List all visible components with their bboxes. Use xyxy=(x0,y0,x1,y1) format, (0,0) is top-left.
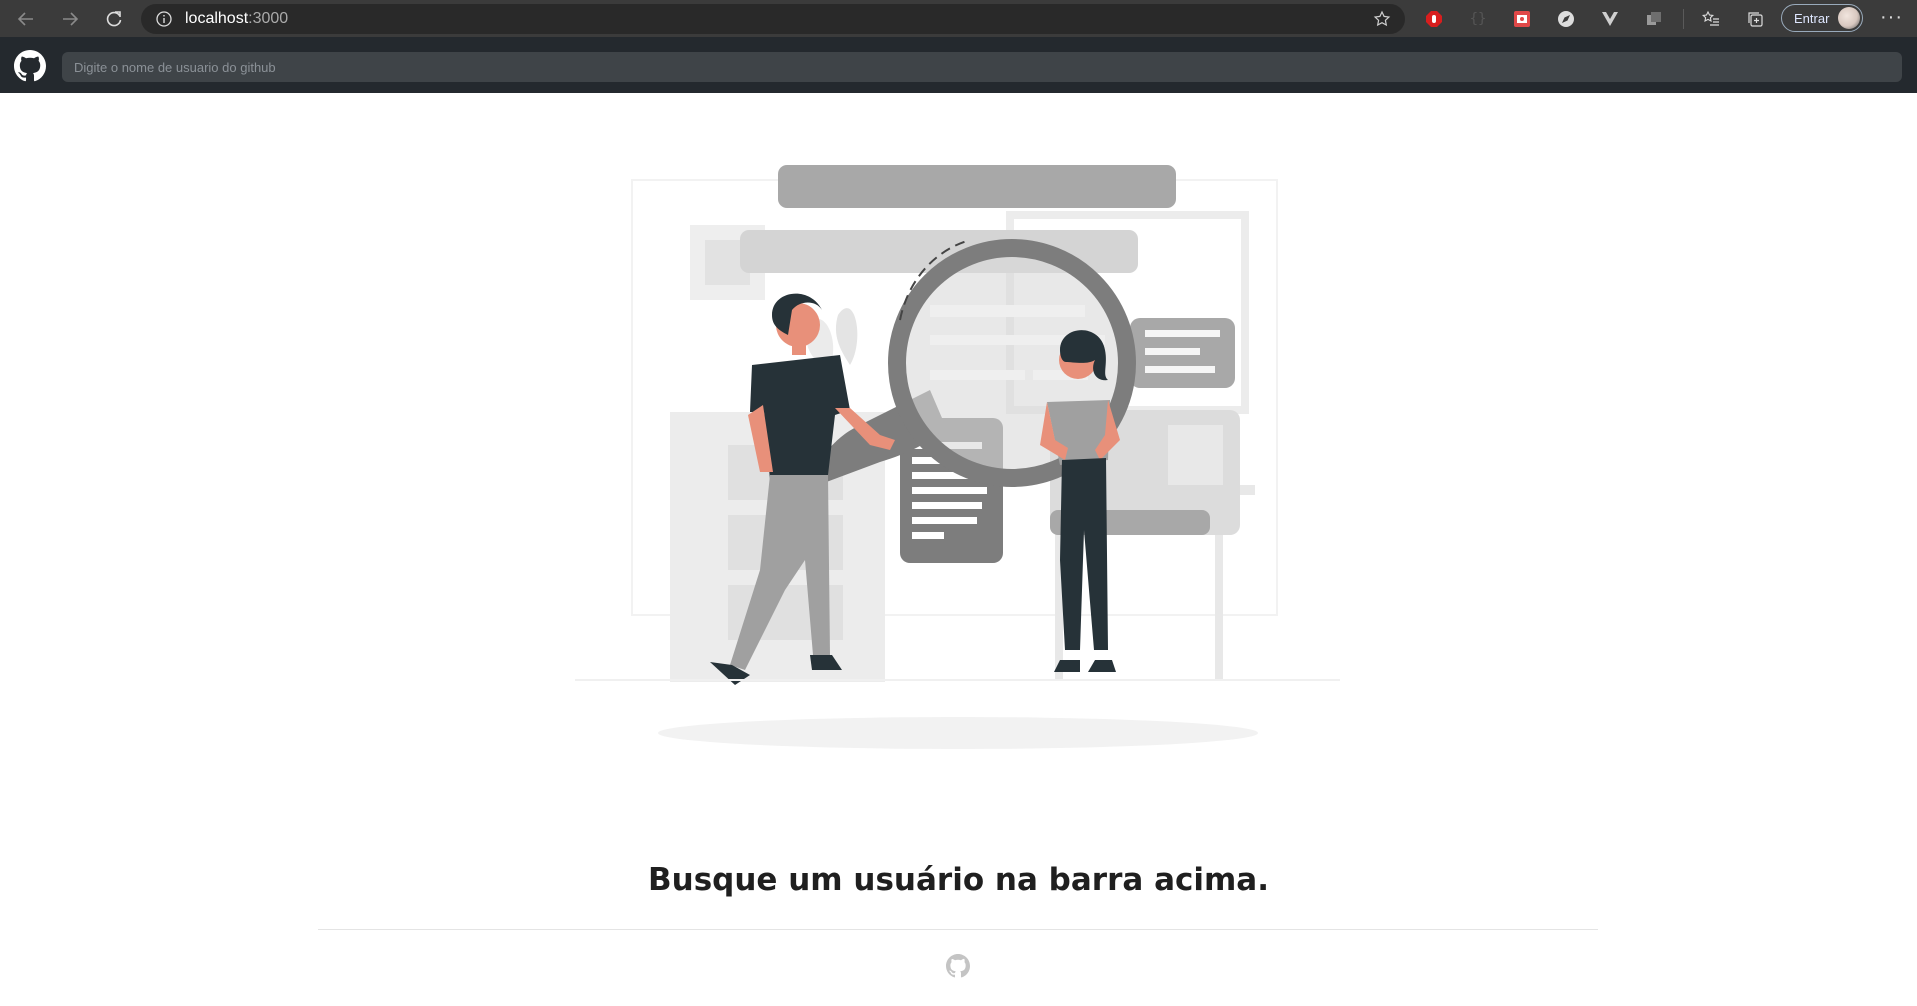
refresh-icon xyxy=(106,10,122,26)
github-user-search-input[interactable] xyxy=(62,52,1902,82)
forward-button[interactable] xyxy=(52,1,88,37)
more-icon[interactable]: ··· xyxy=(1880,6,1903,29)
forward-icon xyxy=(63,11,79,26)
info-icon[interactable] xyxy=(155,10,173,28)
json-icon: {} xyxy=(1469,11,1487,27)
screenshot-icon xyxy=(1514,11,1530,27)
back-icon xyxy=(17,11,33,26)
avatar xyxy=(1838,7,1860,29)
app-header xyxy=(0,37,1917,93)
footer-divider xyxy=(318,929,1598,930)
favorites-button[interactable] xyxy=(1700,8,1722,30)
extensions-button[interactable] xyxy=(1643,8,1665,30)
url-port: :3000 xyxy=(248,10,289,27)
compass-extension[interactable] xyxy=(1555,8,1577,30)
toolbar-separator xyxy=(1683,9,1684,29)
refresh-button[interactable] xyxy=(96,1,132,37)
favorites-icon xyxy=(1702,10,1719,26)
extensions-icon xyxy=(1647,12,1661,25)
github-logo-icon[interactable] xyxy=(14,50,46,82)
signin-label: Entrar xyxy=(1794,10,1830,26)
url-text: localhost:3000 xyxy=(185,10,288,28)
json-extension[interactable]: {} xyxy=(1467,8,1489,30)
vue-devtools-icon xyxy=(1602,12,1618,26)
signin-button[interactable]: Entrar xyxy=(1781,4,1863,32)
collections-icon xyxy=(1748,12,1763,27)
empty-state-message: Busque um usuário na barra acima. xyxy=(648,862,1269,898)
adblock-extension[interactable] xyxy=(1423,8,1445,30)
screenshot-extension[interactable] xyxy=(1511,8,1533,30)
github-footer-icon[interactable] xyxy=(946,954,970,978)
search-illustration xyxy=(575,165,1340,749)
browser-toolbar: localhost:3000 {} Entrar ··· xyxy=(0,0,1917,37)
compass-icon xyxy=(1558,11,1574,27)
vue-devtools-extension[interactable] xyxy=(1599,8,1621,30)
url-host: localhost xyxy=(185,10,249,27)
address-bar[interactable]: localhost:3000 xyxy=(141,4,1405,34)
adblock-icon xyxy=(1426,11,1442,27)
back-button[interactable] xyxy=(8,1,44,37)
collections-button[interactable] xyxy=(1744,8,1766,30)
star-icon[interactable] xyxy=(1373,10,1391,28)
